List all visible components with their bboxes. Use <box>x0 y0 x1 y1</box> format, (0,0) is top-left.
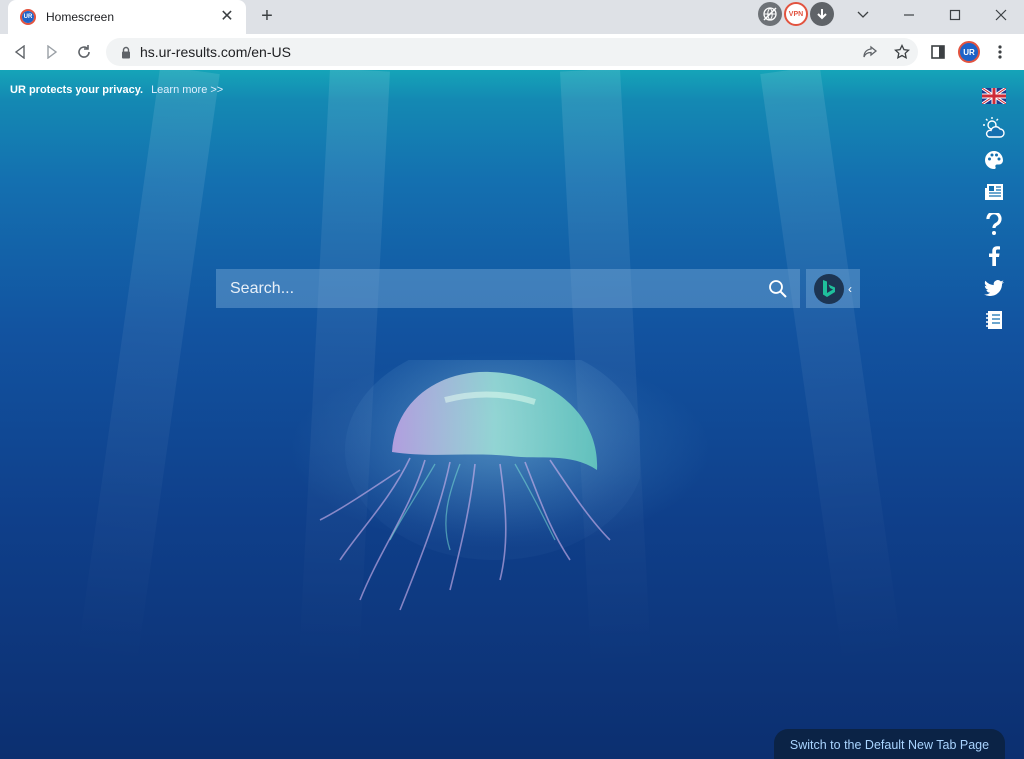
tab-search-chevron-icon[interactable] <box>840 0 886 30</box>
light-ray <box>76 70 220 669</box>
search-engine-selector[interactable]: ‹ <box>806 269 860 308</box>
window-controls <box>840 0 1024 34</box>
uk-flag-icon[interactable] <box>981 82 1007 110</box>
switch-default-tab-button[interactable]: Switch to the Default New Tab Page <box>774 729 1005 759</box>
tab-strip: Homescreen ✕ + VPN <box>0 0 1024 34</box>
side-toolbar <box>980 82 1008 338</box>
learn-more-link[interactable]: Learn more >> <box>151 84 223 96</box>
tab-title: Homescreen <box>46 10 115 24</box>
minimize-icon[interactable] <box>886 0 932 30</box>
jellyfish-image <box>319 360 640 611</box>
light-ray <box>760 70 904 669</box>
kebab-menu-icon[interactable] <box>984 38 1016 66</box>
share-icon[interactable] <box>854 38 886 66</box>
url-text: hs.ur-results.com/en-US <box>140 44 291 60</box>
privacy-text: UR protects your privacy. <box>10 84 144 96</box>
globe-slash-icon[interactable] <box>758 2 782 26</box>
maximize-icon[interactable] <box>932 0 978 30</box>
privacy-notice: UR protects your privacy. Learn more >> <box>10 84 223 96</box>
bing-icon <box>814 273 844 304</box>
search-box <box>216 269 800 308</box>
search-input[interactable] <box>230 279 766 298</box>
facebook-icon[interactable] <box>981 242 1007 270</box>
reload-icon[interactable] <box>68 38 100 66</box>
new-tab-button[interactable]: + <box>256 6 278 28</box>
palette-icon[interactable] <box>981 146 1007 174</box>
profile-avatar[interactable]: UR <box>958 41 980 63</box>
close-window-icon[interactable] <box>978 0 1024 30</box>
back-icon[interactable] <box>4 38 36 66</box>
weather-icon[interactable] <box>981 114 1007 142</box>
chevron-left-icon: ‹ <box>848 281 852 296</box>
toolbar-right: UR <box>922 38 1016 66</box>
extension-group: VPN <box>758 2 834 26</box>
tab-homescreen[interactable]: Homescreen ✕ <box>8 0 246 34</box>
search-icon[interactable] <box>766 277 790 301</box>
address-bar[interactable]: hs.ur-results.com/en-US <box>106 38 918 66</box>
forward-icon[interactable] <box>36 38 68 66</box>
browser-toolbar: hs.ur-results.com/en-US UR <box>0 34 1024 70</box>
ur-favicon-icon <box>20 9 36 25</box>
tab-close-icon[interactable]: ✕ <box>218 9 236 25</box>
homescreen-page: UR protects your privacy. Learn more >> … <box>0 70 1024 759</box>
lock-icon[interactable] <box>118 44 134 60</box>
notebook-icon[interactable] <box>981 306 1007 334</box>
help-icon[interactable] <box>981 210 1007 238</box>
vpn-icon[interactable]: VPN <box>784 2 808 26</box>
side-panel-icon[interactable] <box>922 38 954 66</box>
download-icon[interactable] <box>810 2 834 26</box>
bookmark-star-icon[interactable] <box>886 38 918 66</box>
twitter-icon[interactable] <box>981 274 1007 302</box>
news-icon[interactable] <box>981 178 1007 206</box>
vpn-label: VPN <box>788 10 804 18</box>
